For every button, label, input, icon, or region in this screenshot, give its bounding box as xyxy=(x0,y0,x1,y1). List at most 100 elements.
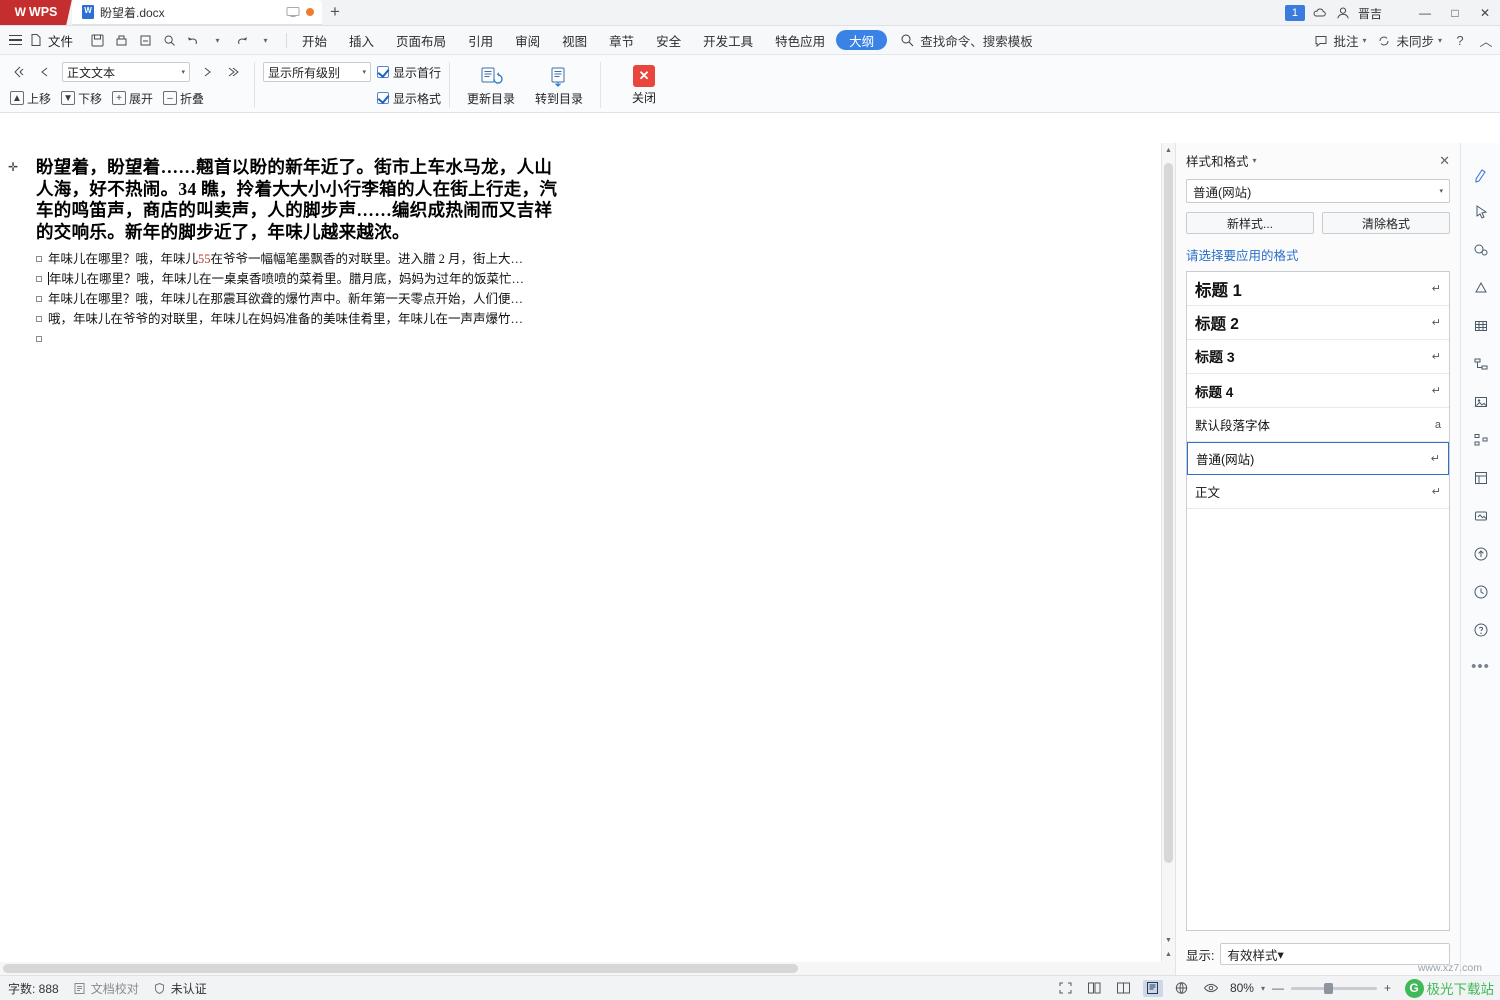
comment-button[interactable]: 批注 ▾ xyxy=(1313,31,1366,50)
tab-dev-tools[interactable]: 开发工具 xyxy=(692,26,764,55)
outline-list-item-4[interactable]: 哦，年味儿在爷爷的对联里，年味儿在妈妈准备的美味佳肴里，年味儿在一声声爆竹… xyxy=(36,311,596,327)
image-icon[interactable] xyxy=(1468,389,1494,415)
collapse-ribbon-icon[interactable]: ︿ xyxy=(1478,33,1494,49)
tab-insert[interactable]: 插入 xyxy=(338,26,385,55)
outline-level-marker-icon[interactable]: ✛ xyxy=(8,160,18,174)
fullscreen-icon[interactable] xyxy=(1056,980,1076,997)
bubble-icon[interactable] xyxy=(1468,237,1494,263)
pane-menu-chevron-icon[interactable]: ▾ xyxy=(1253,156,1257,165)
tab-section[interactable]: 章节 xyxy=(598,26,645,55)
save-icon[interactable] xyxy=(87,30,108,51)
outline-heading[interactable]: 盼望着，盼望着……翹首以盼的新年近了。街市上车水马龙，人山人海，好不热闹。34 … xyxy=(36,157,561,243)
more-dots-icon[interactable]: ••• xyxy=(1471,658,1490,675)
maximize-button[interactable]: □ xyxy=(1440,0,1470,26)
clear-format-button[interactable]: 清除格式 xyxy=(1322,212,1450,234)
redo-icon[interactable] xyxy=(231,30,252,51)
demote-to-body-button[interactable] xyxy=(222,61,246,83)
promote-to-heading1-button[interactable] xyxy=(6,61,30,83)
close-window-button[interactable]: ✕ xyxy=(1470,0,1500,26)
unverified-item[interactable]: 未认证 xyxy=(153,980,207,997)
pane-close-button[interactable]: ✕ xyxy=(1439,153,1450,169)
document-tab[interactable]: 盼望着.docx xyxy=(72,0,322,25)
scroll-down-icon[interactable]: ▼ xyxy=(1162,933,1175,947)
sync-status-button[interactable]: 未同步 ▾ xyxy=(1376,31,1442,50)
close-outline-view-button[interactable]: ✕ 关闭 xyxy=(611,58,677,112)
web-layout-icon[interactable] xyxy=(1172,980,1192,997)
help-icon[interactable]: ? xyxy=(1452,33,1468,49)
minimize-button[interactable]: — xyxy=(1410,0,1440,26)
file-menu-button[interactable]: 文件 xyxy=(26,31,81,50)
prev-page-icon[interactable]: ▲ xyxy=(1162,947,1175,961)
goto-toc-button[interactable]: 转到目录 xyxy=(526,64,592,107)
new-tab-button[interactable]: + xyxy=(322,0,348,25)
tab-page-layout[interactable]: 页面布局 xyxy=(385,26,457,55)
zoom-slider-knob[interactable] xyxy=(1323,982,1333,994)
show-level-select[interactable]: 显示所有级别 ▾ xyxy=(263,62,371,82)
cursor-select-icon[interactable] xyxy=(1468,199,1494,225)
word-count-item[interactable]: 字数: 888 xyxy=(8,980,59,997)
zoom-value-label[interactable]: 80% xyxy=(1230,981,1254,995)
new-style-button[interactable]: 新样式... xyxy=(1186,212,1314,234)
zoom-slider[interactable] xyxy=(1290,982,1377,994)
table-icon[interactable] xyxy=(1468,313,1494,339)
layout-icon[interactable] xyxy=(1468,465,1494,491)
undo-dropdown-icon[interactable]: ▾ xyxy=(207,30,228,51)
proofread-item[interactable]: 文档校对 xyxy=(73,980,139,997)
command-search[interactable]: 查找命令、搜索模板 xyxy=(899,31,1033,50)
notification-badge[interactable]: 1 xyxy=(1284,5,1305,21)
eye-icon[interactable] xyxy=(1201,980,1221,997)
style-list[interactable]: 标题 1 ↵ 标题 2 ↵ 标题 3 ↵ 标题 4 ↵ 默认段落字体 a 普通(… xyxy=(1186,271,1450,931)
help-circle-icon[interactable] xyxy=(1468,617,1494,643)
user-icon[interactable] xyxy=(1335,5,1351,21)
move-down-button[interactable]: ▼ 下移 xyxy=(57,87,106,109)
outline-list-item-2[interactable]: 年味儿在哪里？哦，年味儿在一桌桌香喷喷的菜肴里。腊月底，妈妈为过年的饭菜忙… xyxy=(36,271,596,287)
zoom-chevron-icon[interactable]: ▾ xyxy=(1261,984,1265,993)
tab-review[interactable]: 审阅 xyxy=(504,26,551,55)
update-toc-button[interactable]: 更新目录 xyxy=(458,64,524,107)
style-item-normal-web[interactable]: 普通(网站) ↵ xyxy=(1187,442,1449,475)
picture-icon[interactable] xyxy=(1468,503,1494,529)
style-filter-select[interactable]: 有效样式 ▾ xyxy=(1220,943,1450,965)
demote-button[interactable] xyxy=(196,61,220,83)
document-horizontal-scrollbar[interactable] xyxy=(0,962,1175,975)
tab-references[interactable]: 引用 xyxy=(457,26,504,55)
promote-button[interactable] xyxy=(32,61,56,83)
vertical-scroll-thumb[interactable] xyxy=(1164,163,1173,863)
style-item-body-text[interactable]: 正文 ↵ xyxy=(1187,475,1449,509)
tab-view[interactable]: 视图 xyxy=(551,26,598,55)
chart-flow-icon[interactable] xyxy=(1468,351,1494,377)
collapse-button[interactable]: – 折叠 xyxy=(159,87,208,109)
outline-document-area[interactable]: ✛ 盼望着，盼望着……翹首以盼的新年近了。街市上车水马龙，人山人海，好不热闹。3… xyxy=(0,143,1175,975)
cloud-upload-icon[interactable] xyxy=(1468,541,1494,567)
style-item-heading4[interactable]: 标题 4 ↵ xyxy=(1187,374,1449,408)
search-doc-icon[interactable] xyxy=(159,30,180,51)
current-style-select[interactable]: 普通(网站) ▾ xyxy=(1186,179,1450,203)
outline-list-item-1[interactable]: 年味儿在哪里？哦，年味儿55在爷爷一幅幅笔墨飘香的对联里。进入腊 2 月，街上大… xyxy=(36,251,596,267)
redo-dropdown-icon[interactable]: ▾ xyxy=(255,30,276,51)
main-menu-icon[interactable] xyxy=(4,34,26,46)
cloud-icon[interactable] xyxy=(1312,5,1328,21)
tab-outline[interactable]: 大纲 xyxy=(836,30,888,50)
document-vertical-scrollbar[interactable]: ▲ ▼ ▲ ▼ xyxy=(1161,143,1175,975)
scroll-up-icon[interactable]: ▲ xyxy=(1162,143,1175,157)
print-icon[interactable] xyxy=(111,30,132,51)
outline-list-item-5[interactable] xyxy=(36,331,596,342)
shape-icon[interactable] xyxy=(1468,275,1494,301)
outline-list-item-3[interactable]: 年味儿在哪里？哦，年味儿在那震耳欲聋的爆竹声中。新年第一天零点开始，人们便… xyxy=(36,291,596,307)
two-page-icon[interactable] xyxy=(1085,980,1105,997)
style-item-heading1[interactable]: 标题 1 ↵ xyxy=(1187,272,1449,306)
style-item-heading2[interactable]: 标题 2 ↵ xyxy=(1187,306,1449,340)
undo-icon[interactable] xyxy=(183,30,204,51)
show-format-checkbox[interactable]: 显示格式 xyxy=(377,87,441,109)
print-preview-icon[interactable] xyxy=(135,30,156,51)
tab-home[interactable]: 开始 xyxy=(291,26,338,55)
reading-layout-icon[interactable] xyxy=(1114,980,1134,997)
expand-button[interactable]: + 展开 xyxy=(108,87,157,109)
monitor-icon[interactable] xyxy=(286,5,300,19)
move-up-button[interactable]: ▲ 上移 xyxy=(6,87,55,109)
tab-featured-apps[interactable]: 特色应用 xyxy=(764,26,836,55)
style-item-heading3[interactable]: 标题 3 ↵ xyxy=(1187,340,1449,374)
page-layout-icon[interactable] xyxy=(1142,979,1163,997)
show-first-line-checkbox[interactable]: 显示首行 xyxy=(377,61,441,83)
zoom-out-button[interactable]: — xyxy=(1272,981,1284,995)
